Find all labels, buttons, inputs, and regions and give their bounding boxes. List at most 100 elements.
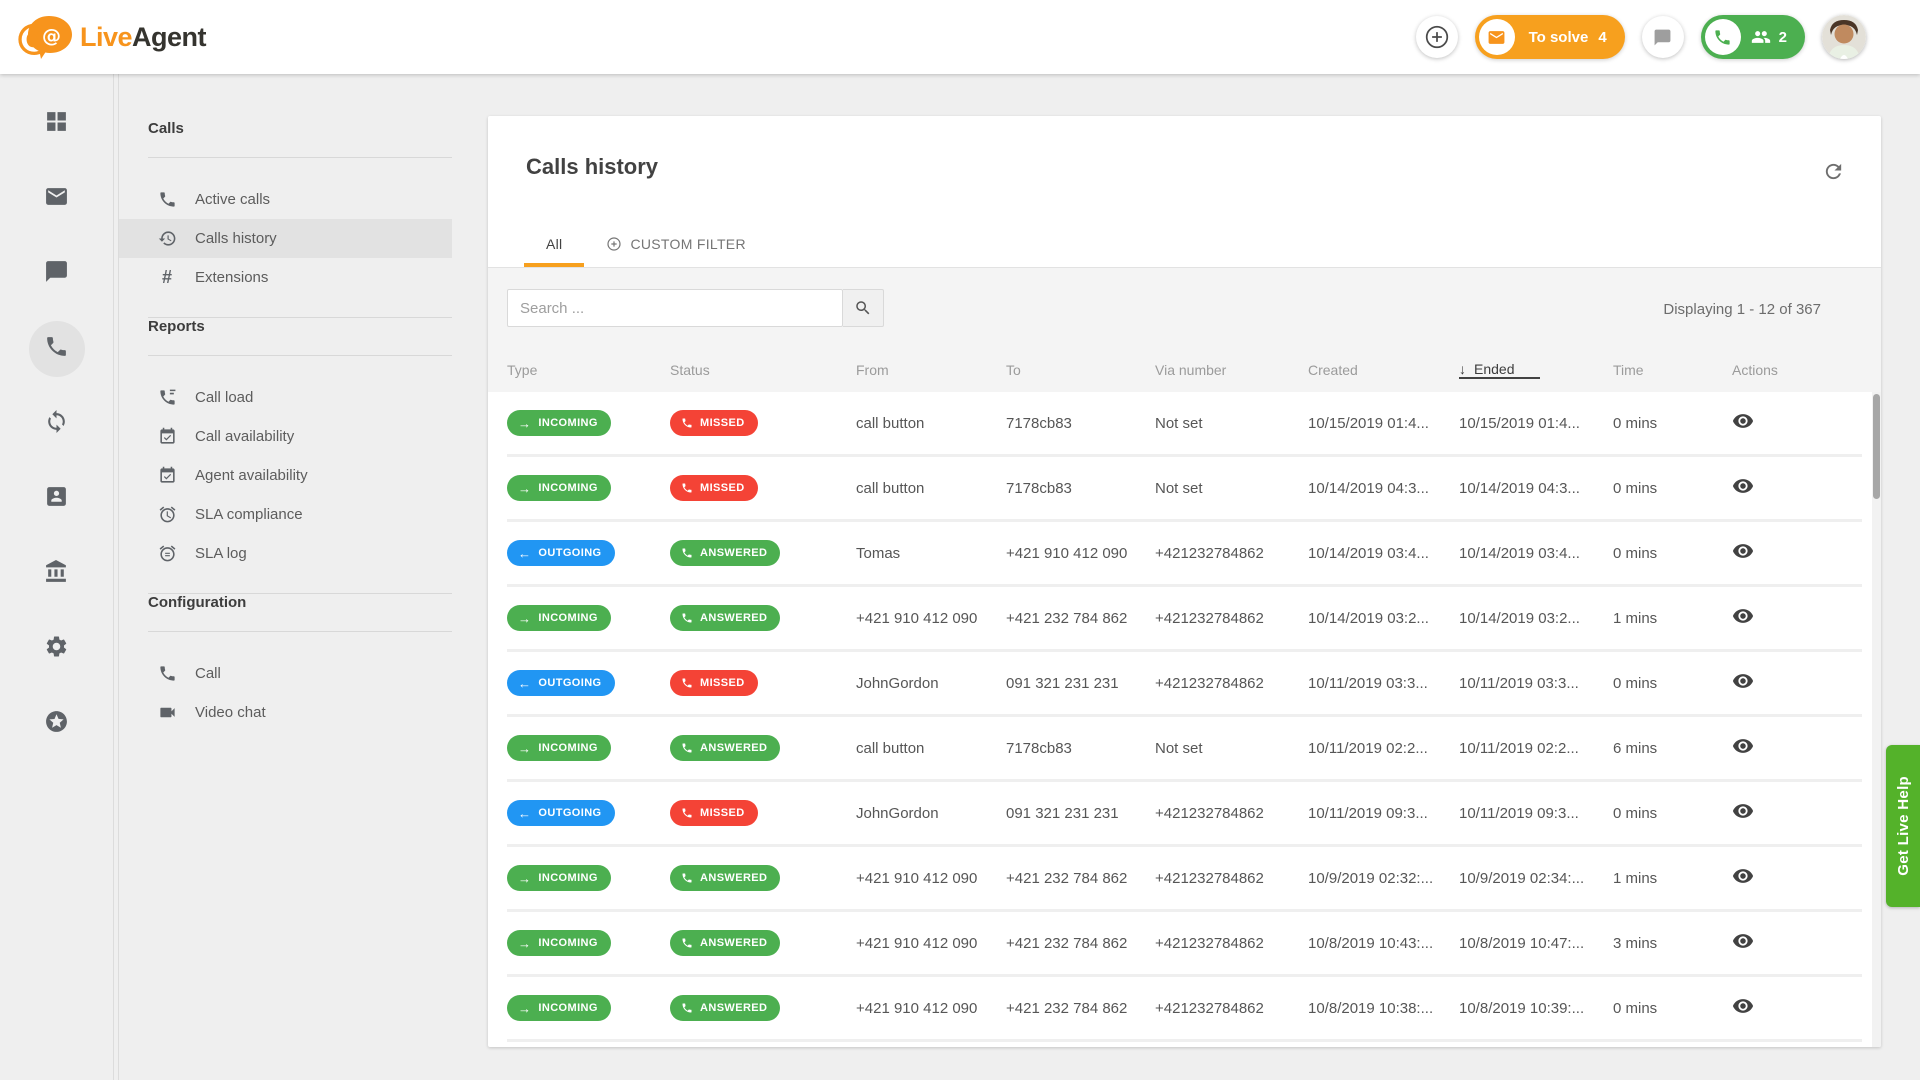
- eye-icon: [1732, 670, 1754, 692]
- sidebar-item-agent-availability[interactable]: Agent availability: [119, 456, 452, 495]
- sidebar-item-active-calls[interactable]: Active calls: [119, 180, 452, 219]
- rail-item-bank[interactable]: [29, 546, 85, 602]
- tab-custom-filter[interactable]: CUSTOM FILTER: [584, 221, 767, 267]
- view-call-button[interactable]: [1732, 670, 1754, 695]
- sidebar-item-video-chat[interactable]: Video chat: [119, 693, 452, 732]
- column-header-actions[interactable]: Actions: [1732, 362, 1862, 378]
- sidebar-item-sla-compliance[interactable]: SLA compliance: [119, 495, 452, 534]
- cell-time: 6 mins: [1613, 740, 1732, 757]
- view-call-button[interactable]: [1732, 735, 1754, 760]
- table-scrollbar[interactable]: [1872, 392, 1881, 1047]
- rail-item-settings[interactable]: [29, 621, 85, 677]
- call-type-badge: →INCOMING: [507, 735, 611, 761]
- topbar-actions: To solve 4 2: [1416, 15, 1866, 59]
- cell-time: 0 mins: [1613, 415, 1732, 432]
- sidebar-item-sla-log[interactable]: SLA log: [119, 534, 452, 573]
- view-call-button[interactable]: [1732, 930, 1754, 955]
- cell-time: 1 mins: [1613, 870, 1732, 887]
- column-header-to[interactable]: To: [1006, 362, 1155, 378]
- column-header-via-number[interactable]: Via number: [1155, 362, 1308, 378]
- rail-item-dashboard[interactable]: [29, 96, 85, 152]
- sidebar-item-calls-history[interactable]: Calls history: [119, 219, 452, 258]
- sidebar-item-extensions[interactable]: # Extensions: [119, 258, 452, 297]
- call-type-badge: →INCOMING: [507, 605, 611, 631]
- cell-ended: 10/9/2019 02:34:...: [1459, 870, 1613, 887]
- sidebar: Calls Active calls Calls history # Exten…: [118, 74, 452, 1080]
- rail-item-phone[interactable]: [29, 321, 85, 377]
- view-call-button[interactable]: [1732, 800, 1754, 825]
- sidebar-item-label: Video chat: [195, 704, 266, 721]
- user-avatar[interactable]: [1822, 15, 1866, 59]
- alarm-log-icon: [157, 544, 177, 564]
- view-call-button[interactable]: [1732, 605, 1754, 630]
- view-call-button[interactable]: [1732, 475, 1754, 500]
- scrollbar-thumb[interactable]: [1873, 394, 1880, 499]
- eye-icon: [1732, 930, 1754, 952]
- search-input[interactable]: [507, 289, 843, 327]
- cell-via-number: Not set: [1155, 740, 1308, 757]
- sidebar-item-call-availability[interactable]: Call availability: [119, 417, 452, 456]
- to-solve-count: 4: [1598, 29, 1606, 46]
- phone-icon: [681, 612, 693, 624]
- eye-icon: [1732, 475, 1754, 497]
- table-row: →INCOMING ANSWERED +421 910 412 090 +421…: [507, 587, 1862, 652]
- eye-icon: [1732, 995, 1754, 1017]
- view-call-button[interactable]: [1732, 540, 1754, 565]
- rail-item-stars[interactable]: [29, 696, 85, 752]
- table-header: TypeStatusFromToVia numberCreatedEnded Ti…: [507, 347, 1862, 392]
- cell-to: 091 321 231 231: [1006, 805, 1155, 822]
- cell-via-number: +421232784862: [1155, 545, 1308, 562]
- call-status-badge: MISSED: [670, 475, 758, 501]
- view-call-button[interactable]: [1732, 995, 1754, 1020]
- cell-from: call button: [856, 740, 1006, 757]
- search-button[interactable]: [843, 289, 884, 327]
- add-button[interactable]: [1416, 16, 1458, 58]
- call-status-badge: MISSED: [670, 410, 758, 436]
- calls-table: →INCOMING MISSED call button 7178cb83 No…: [488, 392, 1881, 1042]
- view-call-button[interactable]: [1732, 865, 1754, 890]
- sidebar-item-call[interactable]: Call: [119, 654, 452, 693]
- call-direction-icon: →: [518, 417, 531, 430]
- rail-item-mail[interactable]: [29, 171, 85, 227]
- cell-ended: 10/8/2019 10:39:...: [1459, 1000, 1613, 1017]
- rail-item-loop[interactable]: [29, 396, 85, 452]
- column-header-from[interactable]: From: [856, 362, 1006, 378]
- cell-via-number: Not set: [1155, 415, 1308, 432]
- call-direction-icon: →: [518, 612, 531, 625]
- rail-item-contacts[interactable]: [29, 471, 85, 527]
- tab-all[interactable]: All: [524, 221, 584, 267]
- history-icon: [157, 229, 177, 249]
- search-icon: [854, 299, 872, 317]
- chat-notifications-button[interactable]: [1642, 16, 1684, 58]
- alarm-icon: [157, 505, 177, 525]
- column-header-ended[interactable]: Ended: [1459, 361, 1540, 379]
- get-live-help-button[interactable]: Get Live Help: [1886, 745, 1920, 907]
- column-header-time[interactable]: Time: [1613, 362, 1732, 378]
- sidebar-item-label: Call availability: [195, 428, 294, 445]
- view-call-button[interactable]: [1732, 410, 1754, 435]
- eye-icon: [1732, 735, 1754, 757]
- cell-from: +421 910 412 090: [856, 610, 1006, 627]
- contacts-icon: [44, 484, 69, 514]
- cell-time: 0 mins: [1613, 480, 1732, 497]
- refresh-button[interactable]: [1822, 160, 1845, 186]
- table-row: →INCOMING MISSED call button 7178cb83 No…: [507, 392, 1862, 457]
- cell-to: 7178cb83: [1006, 415, 1155, 432]
- cell-time: 0 mins: [1613, 675, 1732, 692]
- sidebar-item-call-load[interactable]: Call load: [119, 378, 452, 417]
- column-header-created[interactable]: Created: [1308, 362, 1459, 378]
- cell-via-number: +421232784862: [1155, 870, 1308, 887]
- chat-icon: [44, 259, 69, 289]
- rail-item-chat[interactable]: [29, 246, 85, 302]
- call-type-badge: →INCOMING: [507, 930, 611, 956]
- column-header-status[interactable]: Status: [670, 362, 856, 378]
- plus-circle-icon: [1424, 24, 1450, 50]
- cell-to: +421 232 784 862: [1006, 1000, 1155, 1017]
- call-direction-icon: ←: [518, 677, 531, 690]
- liveagent-logo[interactable]: @ @ LiveAgent: [16, 14, 206, 60]
- column-header-type[interactable]: Type: [507, 362, 670, 378]
- agents-online-button[interactable]: 2: [1701, 15, 1805, 59]
- to-solve-button[interactable]: To solve 4: [1475, 15, 1625, 59]
- cell-from: +421 910 412 090: [856, 1000, 1006, 1017]
- cell-to: 091 321 231 231: [1006, 675, 1155, 692]
